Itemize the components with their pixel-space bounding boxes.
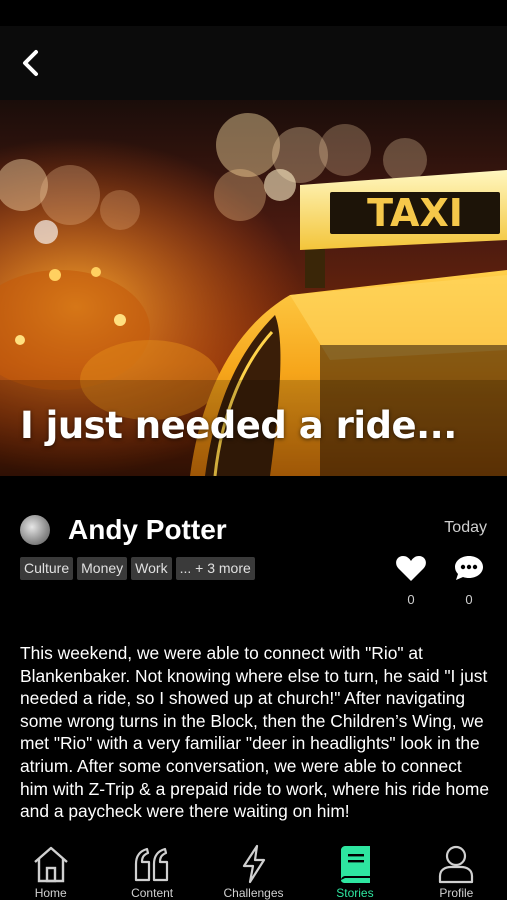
tab-label: Profile [439, 886, 474, 900]
comment-count: 0 [465, 592, 473, 607]
speech-bubble-icon [455, 556, 483, 580]
tag-work[interactable]: Work [131, 557, 172, 580]
tab-label: Challenges [223, 886, 284, 900]
top-bar [0, 26, 507, 100]
tab-profile[interactable]: Profile [406, 842, 507, 900]
tag-money[interactable]: Money [77, 557, 128, 580]
comment-button[interactable]: 0 [452, 554, 486, 607]
bottom-tab-bar: Home Content Challenges Stories Profile [0, 842, 507, 900]
heart-icon [396, 556, 426, 581]
like-button[interactable]: 0 [394, 554, 428, 607]
chevron-left-icon [23, 50, 38, 76]
author-row: Andy Potter [20, 512, 227, 548]
tag-culture[interactable]: Culture [20, 557, 74, 580]
tab-label: Home [34, 886, 67, 900]
story-title: I just needed a ride... [20, 404, 457, 447]
author-name[interactable]: Andy Potter [68, 514, 227, 546]
status-bar [0, 0, 507, 26]
quote-icon [135, 847, 169, 882]
tab-label: Content [131, 886, 174, 900]
avatar[interactable] [20, 515, 50, 545]
like-count: 0 [407, 592, 415, 607]
tab-content[interactable]: Content [101, 842, 202, 900]
lightning-icon [242, 844, 265, 884]
story-date: Today [444, 519, 487, 536]
taxi-sign-text: TAXI [367, 191, 463, 235]
book-icon [340, 846, 370, 883]
tag-more[interactable]: ... + 3 more [175, 557, 255, 580]
home-icon [33, 846, 68, 883]
tab-label: Stories [336, 886, 374, 900]
tag-list: Culture Money Work ... + 3 more [20, 557, 255, 580]
tab-home[interactable]: Home [0, 842, 101, 900]
person-icon [439, 845, 474, 884]
story-body: This weekend, we were able to connect wi… [20, 643, 490, 822]
tab-challenges[interactable]: Challenges [203, 842, 304, 900]
back-button[interactable] [14, 46, 48, 80]
tab-stories[interactable]: Stories [304, 842, 405, 900]
